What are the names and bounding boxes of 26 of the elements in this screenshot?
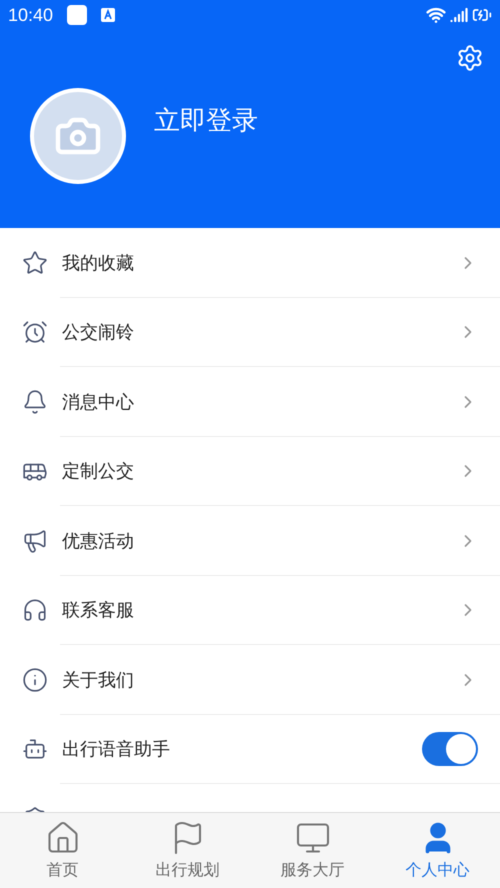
tab-bar-item[interactable]: 个人中心 xyxy=(375,813,500,888)
alarm-clock-icon xyxy=(22,319,48,346)
keyboard-icon xyxy=(101,8,116,22)
menu-item-label[interactable]: 定制公交 xyxy=(62,459,444,484)
menu-item-label[interactable]: 关于我们 xyxy=(62,668,444,692)
notification-icon xyxy=(67,5,88,25)
tab-bar-item[interactable]: 服务大厅 xyxy=(250,813,375,888)
megaphone-icon xyxy=(22,528,48,554)
tab-bar-item[interactable]: 首页 xyxy=(0,813,125,888)
headset-icon xyxy=(22,597,48,624)
status-time: 10:40 xyxy=(8,4,54,26)
wifi-icon xyxy=(426,5,446,25)
menu-item-label[interactable]: 出行语音助手 xyxy=(62,737,408,762)
menu-item-label[interactable]: 我的收藏 xyxy=(62,250,444,275)
info-icon xyxy=(22,666,48,693)
menu-item-label[interactable]: 优惠活动 xyxy=(62,528,444,553)
star-icon xyxy=(22,250,48,276)
voice-assistant-toggle[interactable] xyxy=(422,732,478,766)
menu-item-label[interactable]: 联系客服 xyxy=(62,598,444,622)
tab-bar-item[interactable]: 出行规划 xyxy=(125,813,250,888)
signal-icon xyxy=(450,6,468,24)
menu-item-label[interactable]: 消息中心 xyxy=(62,390,444,414)
bell-icon xyxy=(22,388,48,415)
settings-icon[interactable] xyxy=(456,44,484,72)
login-link[interactable]: 立即登录 xyxy=(154,102,258,138)
menu-item-label[interactable]: 公交闹铃 xyxy=(62,320,444,344)
